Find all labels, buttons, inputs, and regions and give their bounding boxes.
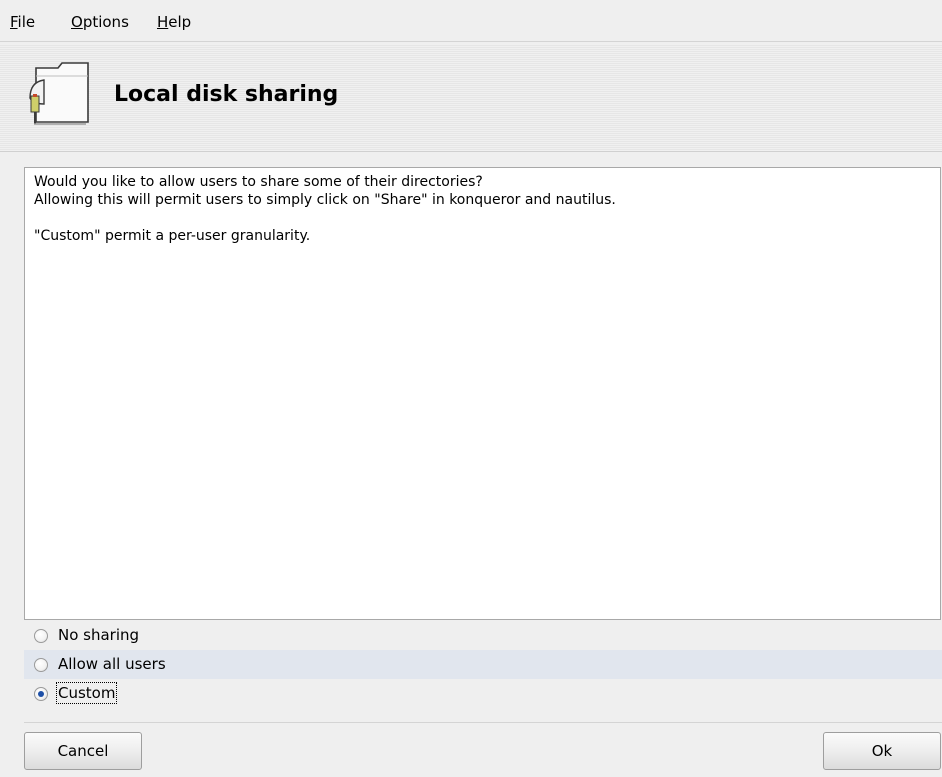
menu-bar: File Options Help bbox=[0, 0, 942, 42]
folder-share-icon bbox=[29, 62, 89, 125]
option-no-sharing[interactable]: No sharing bbox=[24, 621, 942, 650]
menu-help-label: elp bbox=[168, 13, 192, 31]
radio-button-selected[interactable] bbox=[34, 687, 48, 701]
option-allow-all-users[interactable]: Allow all users bbox=[24, 650, 942, 679]
option-label: Custom bbox=[55, 682, 118, 704]
page-title: Local disk sharing bbox=[114, 82, 339, 107]
option-custom[interactable]: Custom bbox=[24, 679, 942, 708]
menu-options-mnemonic: O bbox=[71, 13, 83, 31]
menu-file-label: ile bbox=[17, 13, 36, 31]
menu-options-label: ptions bbox=[82, 13, 129, 31]
cancel-button[interactable]: Cancel bbox=[24, 732, 142, 770]
menu-file-mnemonic: F bbox=[10, 13, 18, 31]
ok-button[interactable]: Ok bbox=[823, 732, 941, 770]
radio-button[interactable] bbox=[34, 629, 48, 643]
message-text-area[interactable]: Would you like to allow users to share s… bbox=[24, 167, 941, 620]
radio-button[interactable] bbox=[34, 658, 48, 672]
menu-help-mnemonic: H bbox=[157, 13, 169, 31]
footer-divider bbox=[24, 722, 942, 723]
header-banner: Local disk sharing bbox=[0, 44, 942, 152]
menu-help[interactable]: Help bbox=[157, 13, 191, 31]
option-label: No sharing bbox=[58, 626, 140, 644]
option-label: Allow all users bbox=[58, 655, 166, 673]
menu-options[interactable]: Options bbox=[71, 13, 129, 31]
menu-file[interactable]: File bbox=[10, 13, 35, 31]
